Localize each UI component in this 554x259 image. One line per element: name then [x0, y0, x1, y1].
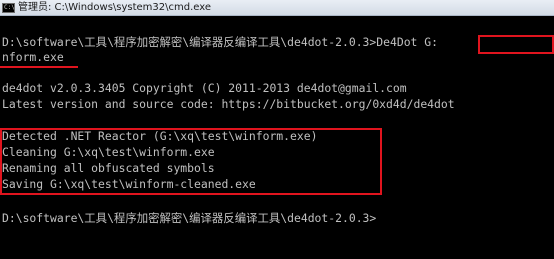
console-app-icon: C:\ — [2, 2, 15, 13]
console-line-source: Latest version and source code: https://… — [2, 97, 455, 111]
highlight-result-box — [0, 128, 382, 195]
window-title: 管理员: C:\Windows\system32\cmd.exe — [18, 2, 212, 13]
cmd-window: C:\ 管理员: C:\Windows\system32\cmd.exe D:\… — [0, 0, 554, 259]
highlight-command-box — [478, 35, 554, 54]
console-line-prompt: D:\software\工具\程序加密解密\编译器反编译工具\de4dot-2.… — [2, 211, 377, 225]
highlight-command-underline — [0, 66, 78, 68]
console-line-version: de4dot v2.0.3.3405 Copyright (C) 2011-20… — [2, 81, 407, 95]
console-line-command-wrap: nform.exe — [2, 50, 64, 64]
title-bar[interactable]: C:\ 管理员: C:\Windows\system32\cmd.exe — [0, 0, 554, 16]
console-line-command: D:\software\工具\程序加密解密\编译器反编译工具\de4dot-2.… — [2, 35, 438, 49]
